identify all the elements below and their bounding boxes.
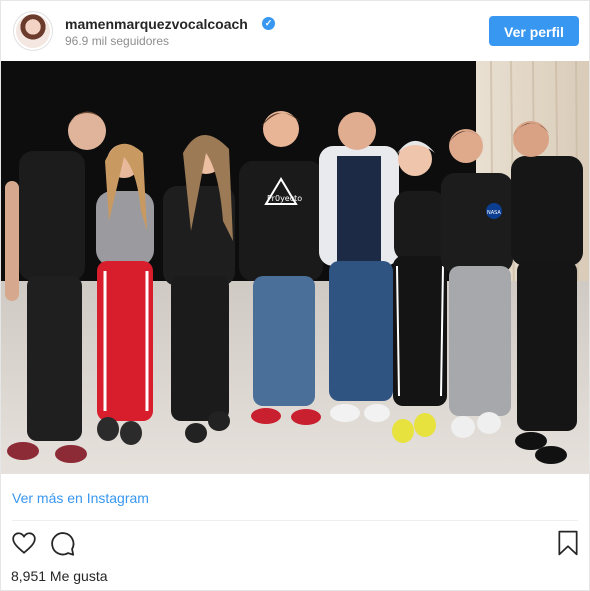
- instagram-embed-card: mamenmarquezvocalcoach ✓ 96.9 mil seguid…: [0, 0, 590, 591]
- post-header: mamenmarquezvocalcoach ✓ 96.9 mil seguid…: [1, 1, 589, 61]
- follower-count: 96.9 mil seguidores: [65, 34, 170, 48]
- verified-badge-icon: ✓: [262, 17, 275, 30]
- divider: [12, 520, 578, 521]
- person-7: NASA: [441, 129, 513, 438]
- person-5: [319, 112, 399, 422]
- heart-icon[interactable]: [11, 530, 37, 556]
- action-bar: [1, 525, 589, 565]
- post-photo[interactable]: Pr0yecto NASA: [1, 61, 589, 474]
- person-8: [511, 121, 583, 464]
- nasa-badge: NASA: [487, 210, 501, 216]
- username-link[interactable]: mamenmarquezvocalcoach: [65, 16, 248, 32]
- shirt-text: Pr0yecto: [267, 194, 302, 203]
- bookmark-icon[interactable]: [557, 530, 579, 556]
- avatar[interactable]: [13, 11, 53, 51]
- view-more-link[interactable]: Ver más en Instagram: [12, 490, 149, 506]
- group-photo: Pr0yecto NASA: [1, 61, 589, 474]
- view-profile-button[interactable]: Ver perfil: [489, 16, 579, 46]
- like-count: 8,951 Me gusta: [11, 568, 108, 584]
- comment-icon[interactable]: [49, 530, 76, 557]
